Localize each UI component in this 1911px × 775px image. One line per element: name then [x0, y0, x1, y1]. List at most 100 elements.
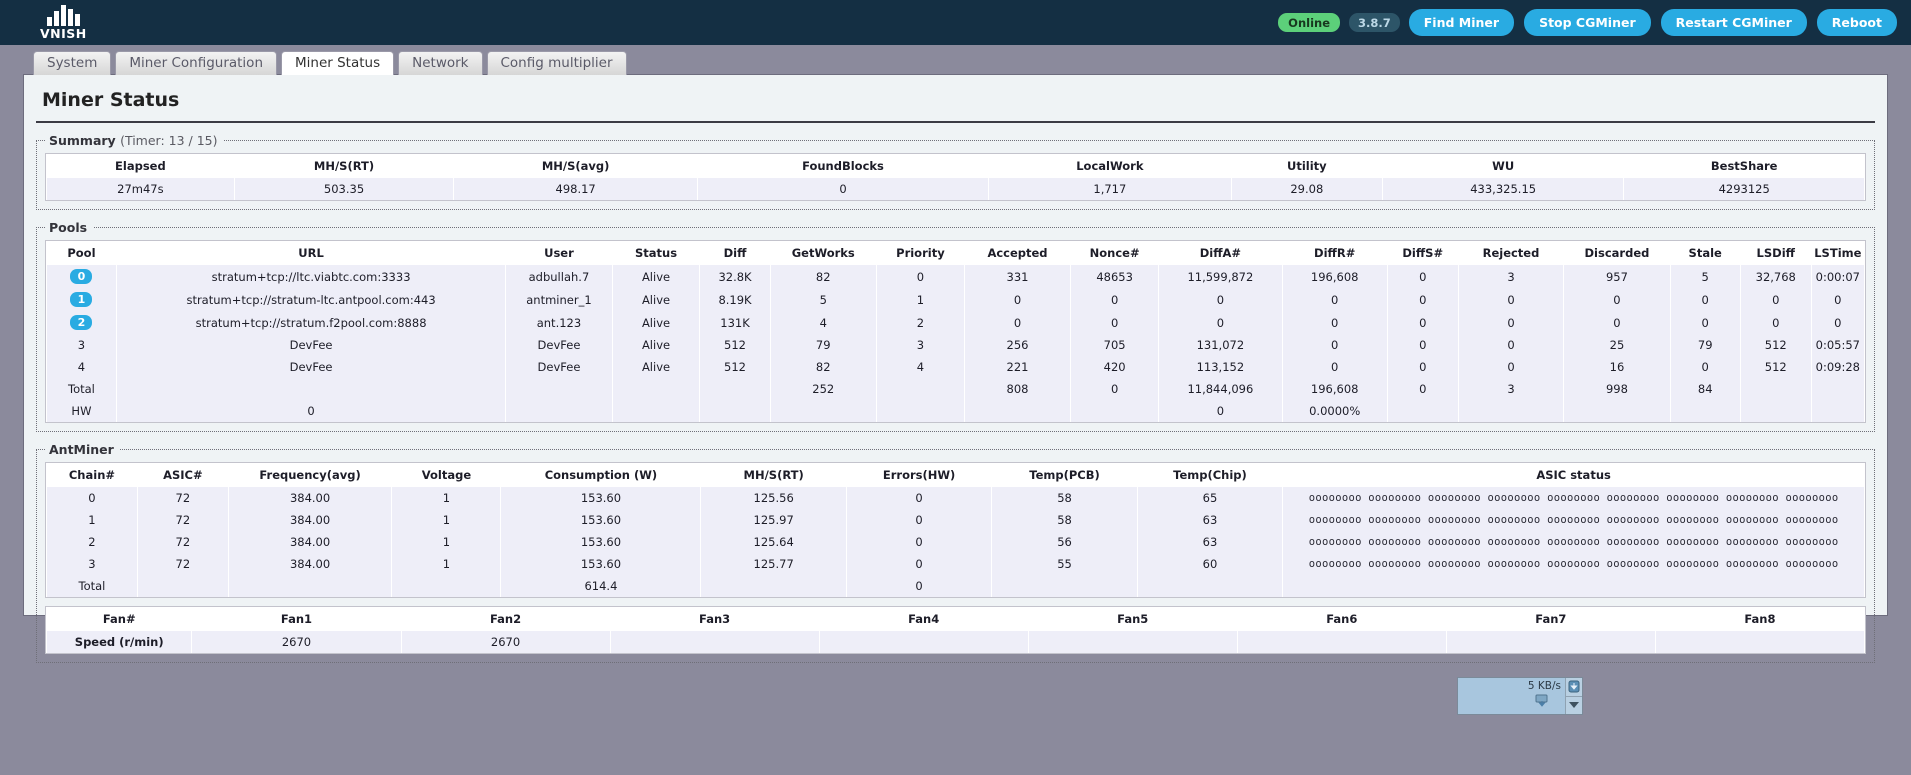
- column-header: Voltage: [391, 463, 501, 487]
- table-cell: [505, 400, 613, 422]
- table-cell: Alive: [611, 265, 701, 288]
- table-cell: 60: [1136, 553, 1284, 575]
- column-header: DiffR#: [1282, 241, 1388, 265]
- column-header: WU: [1382, 154, 1624, 178]
- download-indicator-button[interactable]: [1566, 678, 1582, 696]
- table-cell: 512: [699, 334, 771, 356]
- table-cell: 0: [1158, 400, 1283, 422]
- column-header: User: [505, 241, 613, 265]
- table-cell: [818, 631, 1029, 653]
- antminer-legend: AntMiner: [49, 442, 114, 457]
- table-cell: 55: [991, 553, 1138, 575]
- download-speed-body: 5 KB/s: [1458, 678, 1565, 714]
- logo-bars-icon: [46, 4, 80, 26]
- column-header: Errors(HW): [846, 463, 992, 487]
- summary-table: Elapsed MH/S(RT) MH/S(avg) FoundBlocks Local…: [46, 154, 1865, 200]
- table-cell: HW: [46, 400, 117, 422]
- pools-table: Pool URL User Status Diff GetWorks Priority Acc…: [46, 241, 1866, 422]
- page-title: Miner Status: [36, 85, 1875, 123]
- chevron-down-icon: [1569, 702, 1579, 709]
- table-cell: 503.35: [233, 178, 455, 200]
- pools-section: Pools Pool URL User Status Diff GetWorks Prior…: [36, 220, 1875, 432]
- table-cell: [769, 400, 877, 422]
- asic-status-cell: oooooooo oooooooo oooooooo oooooooo oooo…: [1282, 553, 1865, 575]
- column-header: Fan8: [1655, 607, 1865, 631]
- table-cell: Alive: [611, 334, 701, 356]
- column-header: Fan#: [46, 607, 192, 631]
- table-cell: 0: [1669, 288, 1741, 311]
- table-cell: [115, 378, 507, 400]
- column-header: Status: [612, 241, 700, 265]
- table-cell: 196,608: [1281, 378, 1388, 400]
- table-cell: 0: [1386, 288, 1459, 311]
- tab-miner-status[interactable]: Miner Status: [281, 51, 395, 75]
- table-cell: [875, 400, 966, 422]
- table-cell: [1386, 400, 1459, 422]
- restart-cgminer-button[interactable]: Restart CGMiner: [1660, 9, 1807, 36]
- table-cell: 384.00: [227, 509, 393, 531]
- table-cell: Total: [46, 575, 138, 597]
- tab-config-multiplier[interactable]: Config multiplier: [486, 51, 627, 75]
- table-cell: [1236, 631, 1447, 653]
- table-cell: [1739, 400, 1812, 422]
- table-cell: 153.60: [500, 553, 702, 575]
- table-cell: 512: [1739, 334, 1812, 356]
- column-header: MH/S(avg): [453, 154, 698, 178]
- antminer-table-wrap: Chain# ASIC# Frequency(avg) Voltage Consumpt…: [45, 462, 1866, 598]
- antminer-header-row: Chain# ASIC# Frequency(avg) Voltage Consumpt…: [46, 463, 1865, 487]
- tab-miner-configuration[interactable]: Miner Configuration: [115, 51, 277, 75]
- column-header: Chain#: [46, 463, 138, 487]
- table-cell: [1445, 631, 1656, 653]
- table-cell: [1810, 378, 1866, 400]
- column-header: Rejected: [1458, 241, 1564, 265]
- table-row: 0 stratum+tcp://ltc.viabtc.com:3333 adbull…: [46, 265, 1866, 288]
- table-cell: 4: [875, 356, 966, 378]
- table-cell: 32.8K: [699, 265, 771, 288]
- download-speed-widget[interactable]: 5 KB/s: [1457, 677, 1583, 715]
- table-cell: 0: [1281, 311, 1388, 334]
- table-cell: 1: [46, 509, 138, 531]
- table-cell: 58: [991, 487, 1138, 509]
- table-cell: 4: [769, 311, 877, 334]
- tab-network[interactable]: Network: [398, 51, 483, 75]
- table-cell: 4: [46, 356, 117, 378]
- tab-system[interactable]: System: [33, 51, 112, 75]
- table-cell: 0: [46, 487, 138, 509]
- table-cell: [700, 575, 847, 597]
- table-cell: Total: [46, 378, 117, 400]
- table-cell: 131K: [699, 311, 771, 334]
- table-cell: 3: [1457, 378, 1565, 400]
- table-cell: 512: [699, 356, 771, 378]
- column-header: FoundBlocks: [697, 154, 989, 178]
- table-cell: 0: [845, 553, 993, 575]
- expand-widget-button[interactable]: [1566, 695, 1582, 714]
- table-cell: 0: [1069, 378, 1160, 400]
- summary-legend-label: Summary: [49, 133, 116, 148]
- table-cell: [1739, 378, 1812, 400]
- table-cell: 0: [1386, 378, 1459, 400]
- reboot-button[interactable]: Reboot: [1816, 9, 1897, 36]
- logo-text: VNISH: [40, 25, 87, 41]
- find-miner-button[interactable]: Find Miner: [1408, 9, 1515, 36]
- table-row: 0 72 384.00 1 153.60 125.56 0 58 65 oooooooo oooo…: [46, 487, 1865, 509]
- column-header: Elapsed: [46, 154, 235, 178]
- fans-table-wrap: Fan# Fan1 Fan2 Fan3 Fan4 Fan5 Fan6 Fan7 Fan8 Spe…: [45, 606, 1866, 654]
- table-cell: 0: [845, 487, 993, 509]
- pool-badge: 1: [70, 292, 93, 307]
- table-row: 4 DevFee DevFee Alive 512 82 4 221 420 113,152 0 0 0…: [46, 356, 1866, 378]
- column-header: Priority: [876, 241, 965, 265]
- table-cell: 0: [1281, 356, 1388, 378]
- table-cell: 0: [845, 509, 993, 531]
- table-cell: 0: [1386, 334, 1459, 356]
- table-cell: 131,072: [1158, 334, 1283, 356]
- antminer-table: Chain# ASIC# Frequency(avg) Voltage Consumpt…: [46, 463, 1865, 597]
- asic-status-cell: oooooooo oooooooo oooooooo oooooooo oooo…: [1282, 509, 1865, 531]
- table-cell: 2670: [191, 631, 402, 653]
- table-cell: 153.60: [500, 509, 702, 531]
- table-cell: 79: [1669, 334, 1741, 356]
- stop-cgminer-button[interactable]: Stop CGMiner: [1524, 9, 1651, 36]
- table-cell: stratum+tcp://ltc.viabtc.com:3333: [115, 265, 507, 288]
- table-cell: 0: [964, 311, 1071, 334]
- column-header: GetWorks: [770, 241, 877, 265]
- column-header: Fan4: [819, 607, 1029, 631]
